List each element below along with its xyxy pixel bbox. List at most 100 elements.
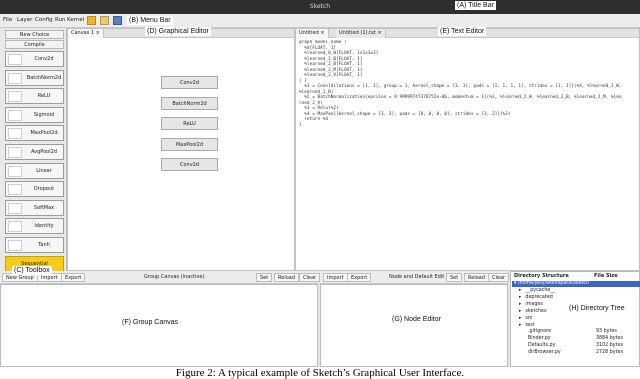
group-canvas-title: Group Canvas (inactive) [144,274,205,280]
annotation-node-editor: (G) Node Editor [390,315,444,324]
graph-node-conv2d[interactable]: Conv2d [161,76,218,89]
identity-icon [8,221,22,233]
edge-arrow [185,151,194,166]
dir-entry-size: 2728 bytes [596,350,623,356]
dir-entry-name: Binder.py [528,336,551,342]
dir-file-item[interactable]: .gitignore [519,329,551,334]
node-set-button[interactable]: Set [446,273,463,282]
chevron-right-icon: ▸ [519,315,522,321]
dir-header-size: File Size [594,273,618,279]
tool-maxpool2d[interactable]: MaxPool2d [5,125,64,142]
sigmoid-icon [8,109,22,121]
group-set-button[interactable]: Set [256,273,273,282]
chevron-right-icon: ▸ [519,294,522,300]
node-editor-toolbar: Import Export Node and Default Edit Set … [320,271,510,284]
dir-folder-item[interactable]: ▸ sketches [519,309,547,314]
tool-batchnorm2d[interactable]: BatchNorm2d [5,69,64,86]
maxpool-icon [8,128,22,140]
menu-layer[interactable]: Layer [17,17,32,23]
edge-arrow [185,130,194,145]
new-folder-icon[interactable] [87,16,96,25]
menu-run[interactable]: Run [55,17,66,23]
dir-entry-size: 93 bytes [596,329,617,335]
tool-label: AvgPool2d [31,149,57,155]
edge-arrow [185,110,194,125]
node-export-button[interactable]: Export [347,273,372,282]
node-reload-button[interactable]: Reload [464,273,490,282]
sketch-app-window: Sketch File Layer Config Run Kernel New … [0,0,640,367]
tool-softmax[interactable]: SoftMax [5,199,64,216]
code-line: %2 = BatchNormalization[epsilon = 9.9999… [299,95,622,100]
dir-root[interactable]: ▾ /home/jelly/workspace/sketch [514,281,589,286]
annotation-graphical-editor: (D) Graphical Editor [145,27,211,36]
graph-node-batchnorm2d[interactable]: BatchNorm2d [161,96,218,110]
text-editor: Untitled × Untitled (1).txt × graph mode… [295,28,640,271]
tool-tanh[interactable]: Tanh [5,237,64,253]
figure-caption: Figure 2: A typical example of Sketch’s … [175,367,465,379]
dir-entry-name: test [525,322,535,328]
menu-file[interactable]: File [3,17,12,23]
chevron-right-icon: ▸ [519,322,522,328]
code-line: } [299,122,302,128]
node-editor[interactable] [320,284,508,367]
code-line: %1 = Conv[dilations = [1, 1], group = 1,… [299,84,622,89]
tool-avgpool2d[interactable]: AvgPool2d [5,144,64,160]
dir-folder-item[interactable]: ▸ images [519,302,543,307]
tool-label: Tanh [38,242,50,248]
directory-tree: Directory Structure File Size ▾ /home/je… [510,271,640,367]
tool-label: Sigmoid [33,111,55,118]
dir-folder-item[interactable]: ▸ test [519,323,535,328]
new-choice-button[interactable]: New Choice [5,30,64,39]
graph-node-relu[interactable]: ReLU [161,117,218,130]
dir-entry-name: src [525,315,533,321]
annotation-directory-tree: (H) Directory Tree [567,304,627,313]
dir-file-item[interactable]: Defaults.py [519,343,555,348]
linear-icon [8,165,22,177]
graph-node-maxpool2d[interactable]: MaxPool2d [161,137,218,151]
menu-config[interactable]: Config [35,17,53,23]
compile-button[interactable]: Compile [5,40,64,49]
tool-sigmoid[interactable]: Sigmoid [5,106,64,123]
tab-untitled[interactable]: Untitled × [296,29,329,38]
group-clear-button[interactable]: Clear [299,273,321,282]
menu-kernel[interactable]: Kernel [67,17,84,23]
tab-untitled-1[interactable]: Untitled (1).txt × [336,29,386,38]
conv-icon [8,54,22,65]
tab-canvas-1[interactable]: Canvas 1 × [68,29,104,38]
tool-dropout[interactable]: Dropout [5,181,64,198]
annotation-group-canvas: (F) Group Canvas [120,318,181,327]
graph-node-conv2d[interactable]: Conv2d [161,158,218,171]
tool-label: Dropout [33,186,55,193]
node-clear-button[interactable]: Clear [488,273,510,282]
dropout-icon [8,184,22,196]
tool-linear[interactable]: Linear [5,162,64,179]
dir-entry-name: .gitignore [528,329,551,335]
relu-icon [8,91,22,103]
softmax-icon [8,202,22,214]
dir-entry-name: sketches [525,308,547,314]
tool-label: Linear [36,167,52,174]
tool-identity[interactable]: Identity [5,218,64,235]
dir-folder-item[interactable]: ▸ deprecated [519,295,553,300]
dir-folder-item[interactable]: ▸ __pycache__ [519,288,555,293]
tool-conv2d[interactable]: Conv2d [5,51,64,67]
dir-folder-item[interactable]: ▸ src [519,316,532,321]
open-folder-icon[interactable] [100,16,109,25]
code-area[interactable]: graph model_name ( %X[FLOAT, 1] %learned… [299,40,637,128]
tool-relu[interactable]: ReLU [5,88,64,105]
chevron-right-icon: ▸ [519,308,522,314]
group-export-button[interactable]: Export [61,273,86,282]
dir-entry-size: 3884 bytes [596,336,623,342]
node-import-button[interactable]: Import [323,273,348,282]
dir-entry-name: images [525,301,543,307]
dir-file-item[interactable]: Binder.py [519,336,551,341]
tool-label: SoftMax [33,204,55,211]
tool-label: Conv2d [34,56,54,62]
group-reload-button[interactable]: Reload [274,273,300,282]
dir-header-name: Directory Structure [514,273,569,279]
save-icon[interactable] [113,16,122,25]
dir-file-item[interactable]: dirBrowser.py [519,350,561,355]
dir-entry-name: dirBrowser.py [528,350,561,356]
dir-root-path: /home/jelly/workspace/sketch [517,281,590,286]
dir-entry-name: __pycache__ [525,288,556,293]
